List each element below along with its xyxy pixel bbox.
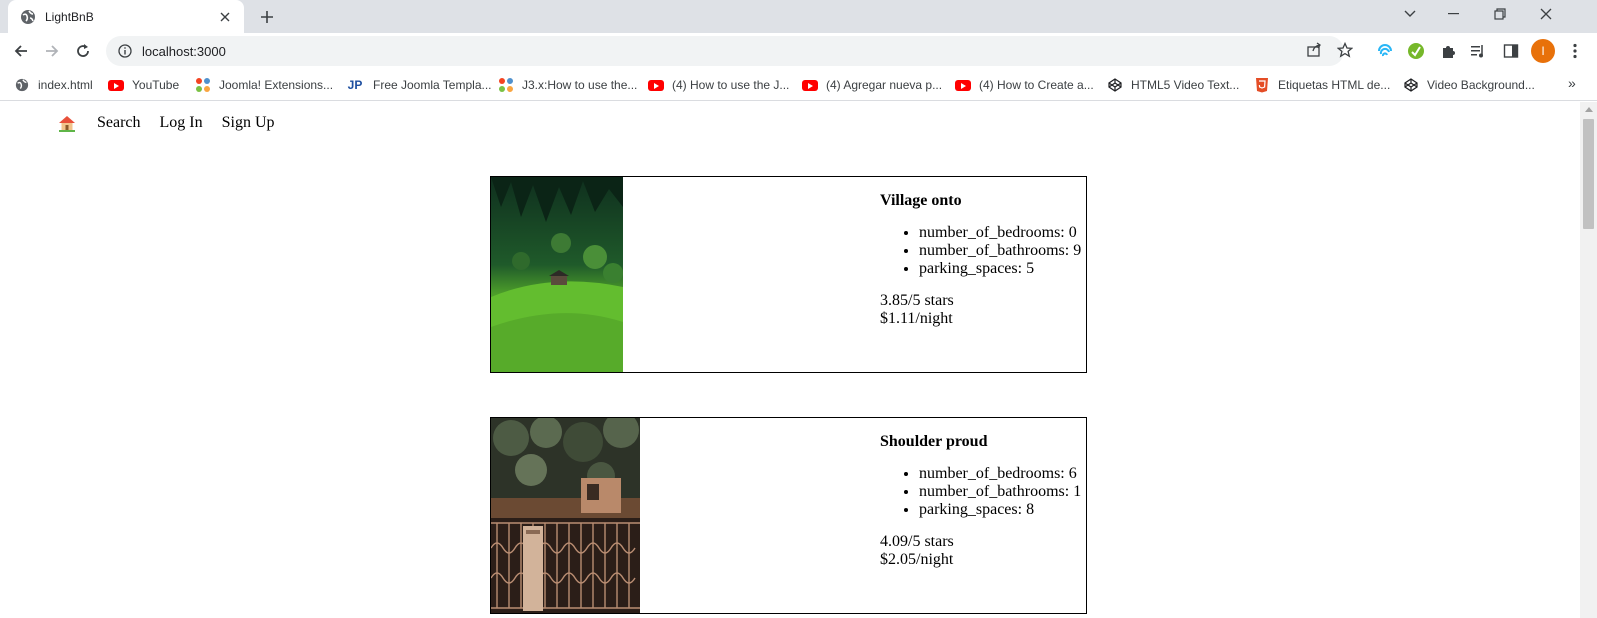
- tab-title: LightBnB: [45, 9, 94, 24]
- bookmark-label: index.html: [38, 78, 93, 92]
- listing-title: Shoulder proud: [880, 433, 988, 450]
- bookmarks-overflow-icon[interactable]: »: [1568, 75, 1576, 91]
- property-listing: Village onto number_of_bedrooms: 0 numbe…: [490, 176, 1087, 373]
- menu-kebab-icon[interactable]: [1564, 40, 1586, 62]
- bookmark-item[interactable]: Video Background...: [1403, 76, 1535, 94]
- listing-rating: 4.09/5 stars: [880, 533, 954, 550]
- bookmark-item[interactable]: Joomla! Extensions...: [195, 76, 333, 94]
- listing-details: Village onto number_of_bedrooms: 0 numbe…: [880, 192, 1081, 328]
- joomla-icon: [498, 77, 514, 93]
- house-icon[interactable]: [58, 114, 76, 132]
- side-panel-icon[interactable]: [1500, 40, 1522, 62]
- youtube-icon: [108, 77, 124, 93]
- bookmark-label: (4) How to Create a...: [979, 78, 1094, 92]
- bookmark-item[interactable]: (4) Agregar nueva p...: [802, 76, 942, 94]
- bookmark-label: Joomla! Extensions...: [219, 78, 334, 92]
- youtube-icon: [955, 77, 971, 93]
- back-icon[interactable]: [8, 38, 34, 64]
- globe-icon: [14, 77, 30, 93]
- youtube-icon: [648, 77, 664, 93]
- url-text: localhost:3000: [142, 43, 226, 59]
- page-scrollbar[interactable]: [1580, 102, 1597, 618]
- nav-login-link[interactable]: Log In: [160, 114, 203, 132]
- bookmark-item[interactable]: (4) How to Create a...: [955, 76, 1094, 94]
- browser-tab[interactable]: LightBnB: [8, 0, 244, 33]
- close-window-icon[interactable]: [1524, 0, 1568, 28]
- nav-signup-link[interactable]: Sign Up: [222, 114, 275, 132]
- joomla-icon: [195, 77, 211, 93]
- new-tab-icon[interactable]: [256, 6, 278, 28]
- bookmark-star-icon[interactable]: [1335, 40, 1355, 60]
- site-navigation: Search Log In Sign Up: [58, 114, 294, 132]
- bookmark-item[interactable]: YouTube: [108, 76, 179, 94]
- property-photo: [491, 177, 623, 372]
- bookmark-item[interactable]: J3.x:How to use the...: [498, 76, 637, 94]
- bookmark-item[interactable]: Etiquetas HTML de...: [1254, 76, 1390, 94]
- listing-price: $2.05/night: [880, 551, 954, 568]
- close-tab-icon[interactable]: [216, 8, 234, 26]
- bathrooms-item: number_of_bathrooms: 9: [919, 242, 1081, 260]
- html5-icon: [1254, 77, 1270, 93]
- restore-icon[interactable]: [1478, 0, 1522, 28]
- tab-search-icon[interactable]: [1388, 0, 1432, 28]
- extensions-puzzle-icon[interactable]: [1437, 40, 1459, 62]
- share-icon[interactable]: [1304, 40, 1324, 60]
- bookmark-label: YouTube: [132, 78, 180, 92]
- listing-attributes: number_of_bedrooms: 6 number_of_bathroom…: [880, 465, 1081, 519]
- listing-title: Village onto: [880, 192, 962, 209]
- bathrooms-item: number_of_bathrooms: 1: [919, 483, 1081, 501]
- address-bar[interactable]: localhost:3000: [106, 36, 1344, 66]
- bookmark-label: Video Background...: [1427, 78, 1535, 92]
- bookmark-item[interactable]: index.html: [14, 76, 93, 94]
- page-viewport: Search Log In Sign Up Village onto • num…: [0, 102, 1580, 618]
- jp-icon: JP: [347, 78, 363, 92]
- bookmark-label: J3.x:How to use the...: [522, 78, 638, 92]
- bookmark-label: Etiquetas HTML de...: [1278, 78, 1391, 92]
- extension-green-icon[interactable]: [1405, 40, 1427, 62]
- parking-item: parking_spaces: 8: [919, 501, 1081, 519]
- property-listing: Shoulder proud number_of_bedrooms: 6 num…: [490, 417, 1087, 614]
- tab-strip: LightBnB: [0, 0, 1597, 33]
- site-info-icon[interactable]: [118, 44, 132, 58]
- bookmark-label: (4) How to use the J...: [672, 78, 790, 92]
- scrollbar-thumb[interactable]: [1583, 119, 1594, 229]
- nav-search-link[interactable]: Search: [97, 114, 141, 132]
- bedrooms-item: number_of_bedrooms: 6: [919, 465, 1081, 483]
- bookmark-item[interactable]: (4) How to use the J...: [648, 76, 789, 94]
- codepen-icon: [1403, 77, 1419, 93]
- profile-avatar[interactable]: I: [1531, 39, 1555, 63]
- codepen-icon: [1107, 77, 1123, 93]
- media-queue-icon[interactable]: [1467, 40, 1489, 62]
- youtube-icon: [802, 77, 818, 93]
- minimize-icon[interactable]: [1432, 0, 1476, 28]
- bookmark-label: HTML5 Video Text...: [1131, 78, 1240, 92]
- forward-icon[interactable]: [39, 38, 65, 64]
- browser-toolbar: localhost:3000 I: [0, 33, 1597, 69]
- bookmarks-bar: index.html YouTube Joomla! Extensions...…: [0, 69, 1597, 101]
- reload-icon[interactable]: [70, 38, 96, 64]
- listing-rating: 3.85/5 stars: [880, 292, 954, 309]
- listing-attributes: number_of_bedrooms: 0 number_of_bathroom…: [880, 224, 1081, 278]
- scroll-up-icon[interactable]: [1585, 107, 1593, 112]
- property-photo: [491, 418, 640, 613]
- bookmark-label: (4) Agregar nueva p...: [826, 78, 943, 92]
- listing-details: Shoulder proud number_of_bedrooms: 6 num…: [880, 433, 1081, 569]
- listing-price: $1.11/night: [880, 310, 953, 327]
- bookmark-item[interactable]: JP Free Joomla Templa...: [345, 76, 492, 94]
- parking-item: parking_spaces: 5: [919, 260, 1081, 278]
- extension-swirl-icon[interactable]: [1374, 40, 1396, 62]
- globe-icon: [20, 9, 36, 25]
- bookmark-item[interactable]: HTML5 Video Text...: [1107, 76, 1239, 94]
- bookmark-label: Free Joomla Templa...: [373, 78, 492, 92]
- bedrooms-item: number_of_bedrooms: 0: [919, 224, 1081, 242]
